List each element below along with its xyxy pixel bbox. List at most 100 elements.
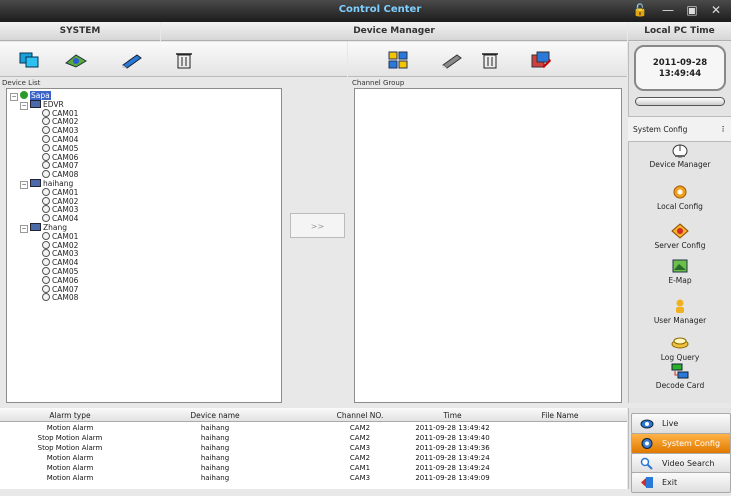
table-row[interactable]: Motion Alarm haihang CAM2 2011-09-28 13:49:… — [0, 454, 627, 463]
dvr-icon — [30, 179, 41, 187]
clock-date: 2011-09-28 — [652, 58, 708, 68]
table-cell: Stop Motion Alarm — [37, 434, 103, 442]
expand-toggle-icon[interactable]: − — [20, 181, 28, 189]
tree-camera-label: CAM06 — [52, 275, 79, 285]
camera-icon — [42, 135, 50, 143]
table-cell: Stop Motion Alarm — [37, 444, 103, 452]
tree-camera-label: CAM04 — [52, 258, 79, 268]
table-row[interactable]: Motion Alarm haihang CAM3 2011-09-28 13:49:… — [0, 474, 627, 483]
add-to-group-button[interactable]: >> — [290, 213, 345, 238]
table-row[interactable]: Motion Alarm haihang CAM2 2011-09-28 13:49:… — [0, 424, 627, 433]
expand-toggle-icon[interactable]: − — [10, 93, 18, 101]
tree-camera-label: CAM01 — [52, 187, 79, 197]
tree-camera-node[interactable]: CAM08 — [42, 293, 78, 303]
local-config-icon — [673, 185, 687, 199]
channel-group-panel[interactable] — [354, 88, 622, 403]
minimize-button[interactable]: — — [660, 3, 676, 17]
nav-exit-button[interactable]: Exit — [631, 472, 731, 493]
table-cell: Motion Alarm — [46, 474, 94, 482]
table-column-header[interactable]: Device name — [140, 410, 290, 422]
window-title: Control Center — [338, 4, 422, 15]
nav-system-config-button[interactable]: System Config — [631, 433, 731, 454]
channel-group-label: Channel Group — [352, 79, 405, 87]
tree-camera-label: CAM03 — [52, 249, 79, 259]
nav-video-search-button[interactable]: Video Search — [631, 453, 731, 474]
tree-device-label: haihang — [43, 179, 74, 188]
table-cell: haihang — [200, 424, 230, 432]
camera-icon — [42, 258, 50, 267]
dvr-icon — [30, 99, 41, 108]
table-row[interactable]: Motion Alarm haihang CAM1 2011-09-28 13:49:… — [0, 464, 627, 473]
sidebar-item-decode-card[interactable]: Decode Card — [632, 363, 728, 390]
delete-group-icon[interactable] — [478, 51, 502, 69]
table-cell: haihang — [200, 464, 230, 472]
table-cell: haihang — [200, 454, 230, 462]
add-device-icon[interactable] — [18, 51, 42, 69]
nav-label: Video Search — [662, 459, 715, 468]
expand-toggle-icon[interactable]: − — [20, 225, 28, 233]
nav-live-button[interactable]: Live — [631, 413, 731, 434]
edit-group-icon[interactable] — [440, 51, 464, 69]
camera-icon — [42, 267, 50, 275]
sidebar-item-e-map[interactable]: E-Map — [632, 258, 728, 285]
sidebar-item-label: Server Config — [654, 241, 706, 250]
tree-camera-label: CAM05 — [52, 267, 79, 276]
video-search-icon — [640, 457, 654, 470]
table-cell: haihang — [200, 434, 230, 442]
tree-camera-label: CAM05 — [52, 143, 79, 153]
tree-device-label: EDVR — [43, 99, 64, 109]
sidebar-item-user-manager[interactable]: User Manager — [632, 298, 728, 325]
device-manager-icon — [672, 144, 688, 158]
lock-icon[interactable]: 🔓 — [632, 3, 648, 17]
sidebar-item-local-config[interactable]: Local Config — [632, 184, 728, 211]
tree-camera-label: CAM07 — [52, 284, 79, 294]
tree-camera-label: CAM08 — [52, 170, 79, 180]
e-map-icon — [672, 259, 688, 273]
grid-layout-icon[interactable] — [386, 51, 410, 69]
close-button[interactable]: ✕ — [708, 3, 724, 17]
sidebar-item-label: User Manager — [653, 316, 707, 325]
title-bar: Control Center 🔓 — ▣ ✕ — [0, 0, 731, 22]
modify-icon[interactable] — [120, 51, 144, 69]
camera-icon — [42, 196, 50, 205]
table-cell — [500, 464, 620, 473]
camera-icon — [42, 205, 50, 214]
edit-device-icon[interactable] — [64, 51, 88, 69]
more-icon[interactable]: ⠇ — [722, 117, 728, 143]
tree-camera-label: CAM02 — [52, 196, 79, 206]
table-row[interactable]: Stop Motion Alarm haihang CAM2 2011-09-28 1… — [0, 434, 627, 443]
sidebar-item-log-query[interactable]: Log Query — [632, 335, 728, 362]
sidebar-item-label: Decode Card — [655, 381, 705, 390]
exit-icon — [640, 476, 654, 489]
camera-icon — [42, 161, 50, 170]
group-settings-icon[interactable] — [528, 51, 552, 69]
local-pc-time-header: Local PC Time — [628, 22, 731, 41]
table-cell — [500, 454, 620, 463]
camera-icon — [42, 284, 50, 293]
camera-icon — [42, 117, 50, 126]
sidebar-item-label: Device Manager — [649, 160, 711, 169]
camera-icon — [42, 170, 50, 179]
camera-icon — [42, 152, 50, 161]
tree-device-label: Zhang — [43, 223, 68, 232]
collapse-bar[interactable] — [635, 97, 725, 106]
table-column-header[interactable]: File Name — [500, 410, 620, 422]
page-title: Device Manager — [161, 22, 627, 41]
dvr-icon — [30, 223, 41, 231]
sidebar-item-server-config[interactable]: Server Config — [632, 223, 728, 250]
table-row[interactable]: Stop Motion Alarm haihang CAM3 2011-09-28 1… — [0, 444, 627, 453]
device-tree[interactable]: − Sapa − EDVR CAM01 CAM02 CAM03 CAM04 CAM05 CAM06… — [6, 88, 282, 403]
table-cell — [500, 434, 620, 443]
tree-root-label[interactable]: Sapa — [30, 91, 51, 100]
tree-camera-label: CAM08 — [52, 293, 79, 303]
restore-button[interactable]: ▣ — [684, 3, 700, 17]
server-config-icon — [671, 223, 689, 239]
device-list-label: Device List — [2, 79, 41, 87]
expand-toggle-icon[interactable]: − — [20, 101, 28, 110]
table-column-header[interactable]: Alarm type — [0, 410, 140, 422]
tree-camera-label: CAM02 — [52, 117, 79, 127]
delete-icon[interactable] — [172, 51, 196, 69]
camera-icon — [42, 143, 50, 152]
clock-display: 2011-09-28 13:49:44 — [634, 45, 726, 91]
sidebar-item-device-manager[interactable]: Device Manager — [632, 142, 728, 169]
